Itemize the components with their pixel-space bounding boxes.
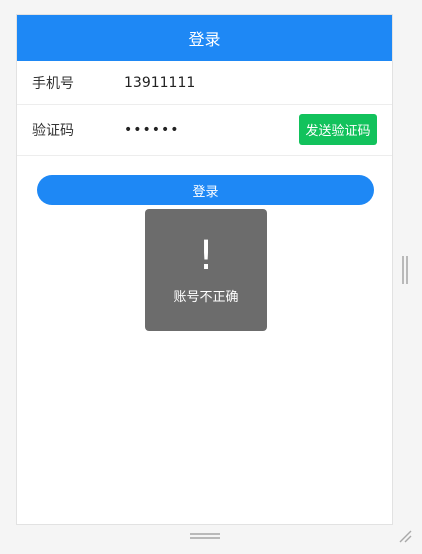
exclamation-icon: ! xyxy=(197,232,215,279)
vertical-resize-handle[interactable] xyxy=(402,256,408,284)
page-title: 登录 xyxy=(188,30,221,49)
app-window: 登录 手机号 13911111 验证码 •••••• 发送验证码 登录 ! 账号… xyxy=(16,14,393,525)
page-header: 登录 xyxy=(17,15,392,61)
phone-row: 手机号 13911111 xyxy=(17,61,392,105)
error-toast: ! 账号不正确 xyxy=(145,209,267,331)
phone-label: 手机号 xyxy=(32,75,74,92)
code-label: 验证码 xyxy=(32,123,74,139)
send-code-button[interactable]: 发送验证码 xyxy=(299,114,377,145)
horizontal-resize-handle[interactable] xyxy=(190,533,220,541)
code-row: 验证码 •••••• 发送验证码 xyxy=(17,105,392,156)
phone-input[interactable]: 13911111 xyxy=(124,75,377,91)
toast-message: 账号不正确 xyxy=(173,289,239,305)
login-button[interactable]: 登录 xyxy=(37,175,374,205)
resize-corner-icon[interactable] xyxy=(398,529,412,543)
